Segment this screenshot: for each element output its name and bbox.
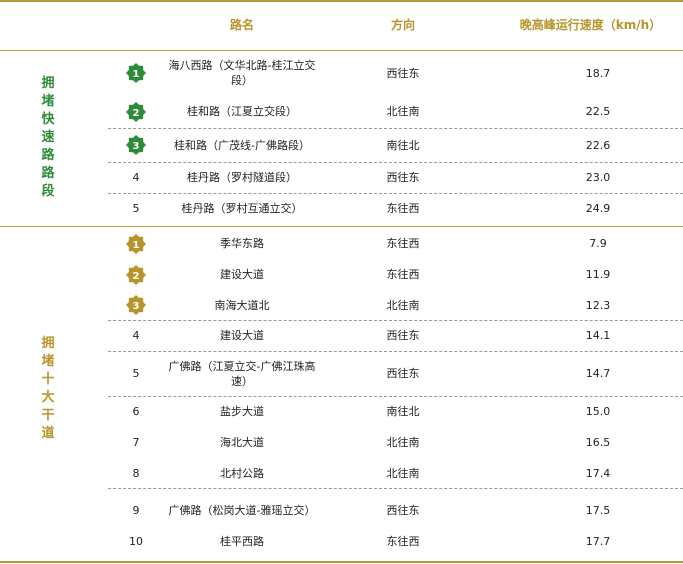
road-name-cell: 桂丹路（罗村互通立交） <box>181 202 303 215</box>
speed-cell: 14.1 <box>585 329 611 342</box>
rank-medal-icon: 3 <box>126 135 146 155</box>
rank-cell: 9 <box>132 504 140 517</box>
road-name-cell: 建设大道 <box>220 329 264 342</box>
road-name-cell: 桂和路（广茂线-广佛路段） <box>174 138 310 152</box>
rank-medal-icon: 3 <box>126 295 146 315</box>
table-row: 5 广佛路（江夏立交-广佛江珠高速） 西往东 14.7 <box>108 351 683 396</box>
direction-cell: 东往西 <box>386 534 420 548</box>
direction-cell: 北往南 <box>386 298 420 312</box>
speed-cell: 17.5 <box>585 504 611 517</box>
medal-number: 1 <box>133 69 140 80</box>
direction-cell: 西往东 <box>386 329 420 342</box>
road-name-cell: 海北大道 <box>220 436 264 449</box>
speed-cell: 22.5 <box>585 105 611 118</box>
road-name-cell: 广佛路（江夏立交-广佛江珠高速） <box>168 359 316 388</box>
speed-cell: 24.9 <box>585 202 611 215</box>
direction-cell: 西往东 <box>386 367 420 380</box>
speed-cell: 15.0 <box>585 405 611 418</box>
rank-cell: 1 <box>118 51 154 95</box>
table-row: 6 盐步大道 南往北 15.0 <box>108 396 683 427</box>
table-row: 7 海北大道 北往南 16.5 <box>108 427 683 458</box>
road-name-cell: 桂丹路（罗村隧道段） <box>187 171 297 184</box>
table-row: 8 北村公路 北往南 17.4 <box>108 458 683 488</box>
table-row: 1 海八西路（文华北路-桂江立交段） 西往东 18.7 <box>108 51 683 95</box>
rank-cell: 4 <box>132 329 140 342</box>
table-row: 9 广佛路（松岗大道-雅瑶立交） 西往东 17.5 <box>108 488 683 533</box>
table-row: 3 南海大道北 北往南 12.3 <box>108 290 683 320</box>
table-row: 3 桂和路（广茂线-广佛路段） 南往北 22.6 <box>108 128 683 162</box>
direction-cell: 东往西 <box>386 202 420 215</box>
rank-cell: 3 <box>118 128 154 162</box>
direction-cell: 北往南 <box>386 466 420 480</box>
header-speed: 晚高峰运行速度（km/h） <box>519 18 662 32</box>
rank-medal-icon: 1 <box>126 233 146 254</box>
speed-cell: 22.6 <box>585 138 611 152</box>
road-name-cell: 季华东路 <box>220 237 264 250</box>
table-row: 5 桂丹路（罗村互通立交） 东往西 24.9 <box>108 193 683 224</box>
rank-cell: 2 <box>118 259 154 290</box>
header-direction: 方向 <box>390 18 415 32</box>
road-name-cell: 桂和路（江夏立交段） <box>187 105 297 118</box>
direction-cell: 西往东 <box>386 66 420 80</box>
road-name-cell: 盐步大道 <box>220 405 264 418</box>
speed-cell: 11.9 <box>585 268 611 281</box>
group-label: 拥堵快速路路段 <box>41 75 55 199</box>
rank-medal-icon: 1 <box>126 63 146 83</box>
medal-number: 3 <box>133 301 140 312</box>
table-row: 2 建设大道 东往西 11.9 <box>108 259 683 290</box>
table-header: 路名 方向 晚高峰运行速度（km/h） <box>0 2 683 49</box>
medal-number: 2 <box>133 271 140 282</box>
speed-cell: 17.4 <box>585 466 611 480</box>
road-name-cell: 广佛路（松岗大道-雅瑶立交） <box>168 504 316 517</box>
medal-number: 1 <box>133 240 140 251</box>
direction-cell: 北往南 <box>386 436 420 449</box>
direction-cell: 北往南 <box>386 105 420 118</box>
table-row: 2 桂和路（江夏立交段） 北往南 22.5 <box>108 95 683 128</box>
rank-cell: 5 <box>132 367 140 380</box>
direction-cell: 西往东 <box>386 504 420 517</box>
speed-cell: 14.7 <box>585 367 611 380</box>
speed-cell: 16.5 <box>585 436 611 449</box>
direction-cell: 东往西 <box>386 268 420 281</box>
rank-cell: 7 <box>132 436 140 449</box>
rank-medal-icon: 2 <box>126 264 146 285</box>
medal-number: 3 <box>133 141 140 152</box>
direction-cell: 南往北 <box>386 405 420 418</box>
header-road: 路名 <box>229 18 254 32</box>
bottom-border <box>0 561 683 563</box>
table-row: 10 桂平西路 东往西 17.7 <box>108 533 683 549</box>
speed-cell: 18.7 <box>585 66 611 80</box>
rank-cell: 6 <box>132 405 140 418</box>
road-name-cell: 北村公路 <box>220 466 264 480</box>
road-name-cell: 建设大道 <box>220 268 264 281</box>
rank-cell: 3 <box>118 290 154 320</box>
speed-cell: 17.7 <box>585 534 611 548</box>
direction-cell: 东往西 <box>386 237 420 250</box>
ranking-table: 路名 方向 晚高峰运行速度（km/h） 拥堵快速路路段 1 海八西路（文华北路-桂江… <box>0 0 683 564</box>
rank-cell: 10 <box>129 534 143 548</box>
direction-cell: 西往东 <box>386 171 420 184</box>
road-name-cell: 南海大道北 <box>214 298 270 312</box>
direction-cell: 南往北 <box>386 138 420 152</box>
speed-cell: 7.9 <box>589 237 607 250</box>
table-row: 1 季华东路 东往西 7.9 <box>108 228 683 259</box>
table-row: 4 建设大道 西往东 14.1 <box>108 320 683 351</box>
rank-cell: 5 <box>132 202 140 215</box>
road-name-cell: 海八西路（文华北路-桂江立交段） <box>168 59 316 87</box>
group-separator <box>0 226 683 227</box>
road-name-cell: 桂平西路 <box>220 534 264 548</box>
speed-cell: 12.3 <box>585 298 611 312</box>
table-row: 4 桂丹路（罗村隧道段） 西往东 23.0 <box>108 162 683 193</box>
group-label: 拥堵十大干道 <box>41 335 55 441</box>
medal-number: 2 <box>133 108 140 119</box>
rank-cell: 8 <box>132 466 140 480</box>
rank-cell: 2 <box>118 95 154 128</box>
rank-cell: 1 <box>118 228 154 259</box>
speed-cell: 23.0 <box>585 171 611 184</box>
rank-medal-icon: 2 <box>126 101 146 122</box>
rank-cell: 4 <box>132 171 140 184</box>
